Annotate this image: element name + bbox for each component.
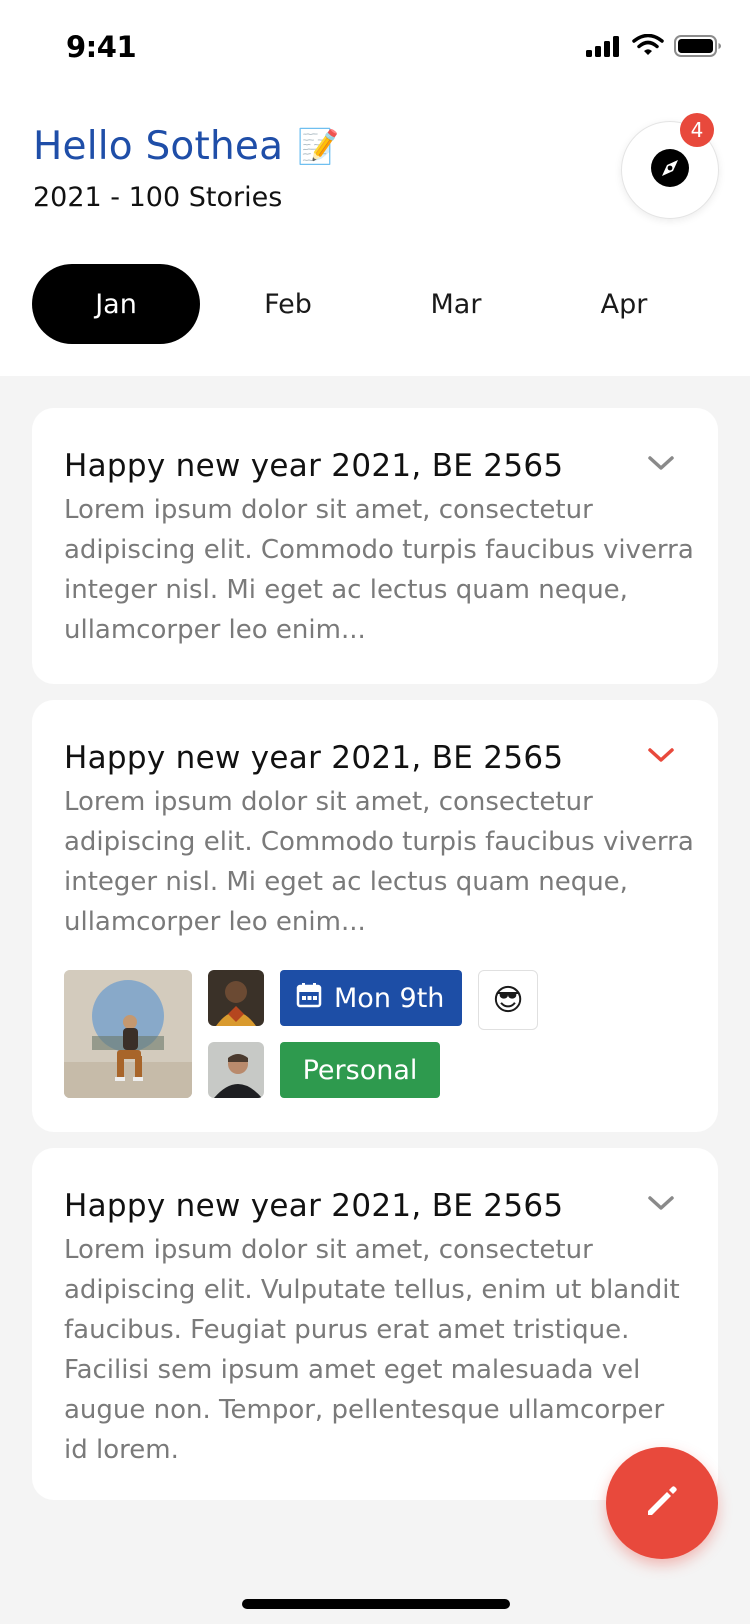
date-chip[interactable]: Mon 9th — [280, 970, 462, 1026]
app-screen: 9:41 Hello Sothea 📝 2021 - 100 Stories 4… — [0, 0, 750, 1624]
photo-thumbnail[interactable] — [208, 970, 264, 1026]
memo-icon: 📝 — [297, 126, 340, 167]
story-title: Happy new year 2021, BE 2565 — [64, 1188, 564, 1224]
story-excerpt: Lorem ipsum dolor sit amet, consectetur … — [64, 787, 694, 937]
story-card-expanded[interactable]: Happy new year 2021, BE 2565 Lorem ipsum… — [32, 700, 718, 1132]
signal-icon — [586, 35, 622, 61]
story-count-subtitle: 2021 - 100 Stories — [33, 182, 283, 213]
compass-icon — [650, 148, 690, 192]
status-icons — [586, 33, 722, 62]
calendar-icon — [296, 982, 322, 1015]
battery-icon — [674, 34, 722, 62]
compose-button[interactable] — [606, 1447, 718, 1559]
chevron-down-icon[interactable] — [646, 744, 676, 766]
home-indicator — [242, 1599, 510, 1609]
tab-mar[interactable]: Mar — [372, 264, 540, 344]
chevron-down-icon[interactable] — [646, 1192, 676, 1214]
story-card[interactable]: Happy new year 2021, BE 2565 Lorem ipsum… — [32, 1148, 718, 1500]
tag-chip[interactable]: Personal — [280, 1042, 440, 1098]
photo-thumbnail-large[interactable] — [64, 970, 192, 1098]
greeting-text: Hello Sothea — [33, 124, 284, 169]
tab-jan[interactable]: Jan — [32, 264, 200, 344]
pencil-icon — [642, 1481, 682, 1525]
tab-apr[interactable]: Apr — [540, 264, 708, 344]
notification-badge: 4 — [680, 113, 714, 147]
greeting: Hello Sothea 📝 — [33, 124, 340, 169]
status-time: 9:41 — [66, 30, 137, 64]
mood-emoji[interactable]: 😎 — [478, 970, 538, 1030]
month-tabs: Jan Feb Mar Apr — [32, 264, 722, 344]
story-card[interactable]: Happy new year 2021, BE 2565 Lorem ipsum… — [32, 408, 718, 684]
story-title: Happy new year 2021, BE 2565 — [64, 448, 564, 484]
wifi-icon — [632, 33, 664, 62]
header-area: 9:41 Hello Sothea 📝 2021 - 100 Stories 4… — [0, 0, 750, 376]
tab-feb[interactable]: Feb — [204, 264, 372, 344]
photo-thumbnail[interactable] — [208, 1042, 264, 1098]
chevron-down-icon[interactable] — [646, 452, 676, 474]
story-excerpt: Lorem ipsum dolor sit amet, consectetur … — [64, 1235, 680, 1465]
story-excerpt: Lorem ipsum dolor sit amet, consectetur … — [64, 495, 694, 645]
date-label: Mon 9th — [334, 982, 445, 1014]
story-title: Happy new year 2021, BE 2565 — [64, 740, 564, 776]
